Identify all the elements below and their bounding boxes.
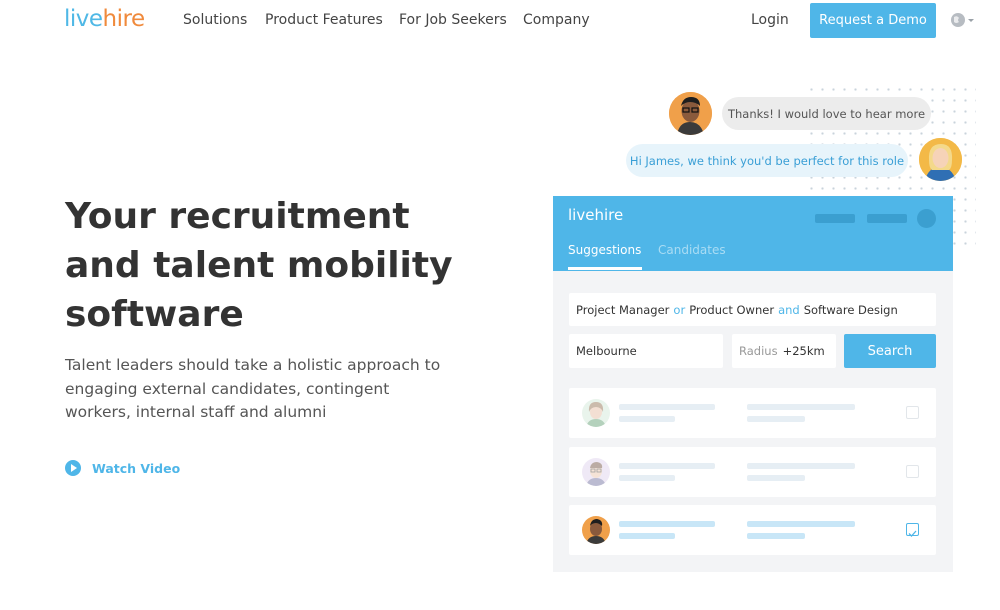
app-preview-card: livehire Suggestions Candidates Project … [553, 196, 953, 572]
user-avatar-placeholder [917, 209, 936, 228]
tab-candidates[interactable]: Candidates [658, 243, 726, 257]
search-button[interactable]: Search [844, 334, 936, 368]
nav-product-features[interactable]: Product Features [265, 12, 383, 28]
name-placeholder [619, 404, 715, 410]
candidate-row[interactable] [569, 388, 936, 438]
candidate-avatar [582, 516, 610, 544]
livehire-logo[interactable]: livehire [64, 6, 145, 32]
globe-icon[interactable] [950, 11, 974, 29]
watch-video-label: Watch Video [92, 460, 181, 476]
role-placeholder [747, 404, 855, 410]
tab-suggestions[interactable]: Suggestions [568, 243, 641, 257]
login-link[interactable]: Login [751, 12, 789, 28]
location-input[interactable]: Melbourne [569, 334, 723, 368]
select-checkbox[interactable] [906, 465, 919, 478]
app-logo: livehire [568, 206, 624, 224]
nav-for-job-seekers[interactable]: For Job Seekers [399, 12, 507, 28]
recruiter-avatar [919, 138, 962, 181]
candidate-avatar [582, 458, 610, 486]
watch-video-link[interactable]: Watch Video [65, 459, 180, 477]
candidate-avatar [582, 399, 610, 427]
candidate-row[interactable] [569, 447, 936, 497]
role-placeholder [747, 463, 855, 469]
hero-title: Your recruitment and talent mobility sof… [65, 196, 453, 335]
header-placeholder [815, 214, 855, 223]
select-checkbox[interactable] [906, 406, 919, 419]
detail-placeholder [747, 416, 805, 422]
header-placeholder [867, 214, 907, 223]
detail-placeholder [747, 475, 805, 481]
detail-placeholder [619, 416, 675, 422]
detail-placeholder [619, 475, 675, 481]
chat-bubble-candidate: Thanks! I would love to hear more [722, 97, 931, 130]
play-icon [65, 460, 81, 476]
hero-subtitle: Talent leaders should take a holistic ap… [65, 356, 441, 421]
radius-select[interactable]: Radius +25km [732, 334, 836, 368]
detail-placeholder [747, 533, 805, 539]
candidate-avatar [669, 92, 712, 135]
top-nav: livehire Solutions Product Features For … [0, 0, 1000, 42]
candidate-row[interactable] [569, 505, 936, 555]
detail-placeholder [619, 533, 675, 539]
select-checkbox-checked[interactable] [906, 523, 919, 537]
active-tab-indicator [568, 267, 642, 270]
nav-solutions[interactable]: Solutions [183, 12, 247, 28]
role-placeholder [747, 521, 855, 527]
nav-company[interactable]: Company [523, 12, 590, 28]
search-query-input[interactable]: Project Manager or Product Owner and Sof… [569, 293, 936, 326]
name-placeholder [619, 463, 715, 469]
name-placeholder [619, 521, 715, 527]
app-header: livehire Suggestions Candidates [553, 196, 953, 271]
chat-bubble-recruiter: Hi James, we think you'd be perfect for … [626, 144, 908, 177]
checkmark-icon [908, 530, 917, 537]
request-demo-button[interactable]: Request a Demo [810, 3, 936, 38]
